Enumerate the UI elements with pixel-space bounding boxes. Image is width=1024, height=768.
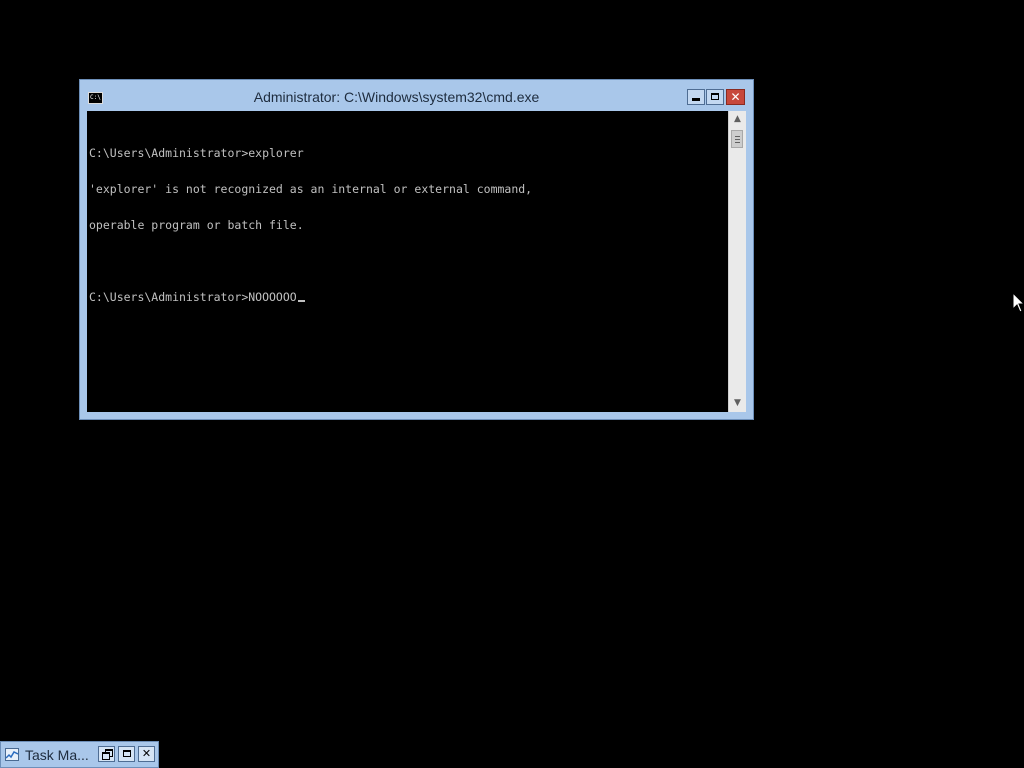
close-icon: ✕ xyxy=(730,90,741,104)
maximize-icon xyxy=(122,750,131,757)
grip-icon xyxy=(735,136,740,137)
close-icon: ✕ xyxy=(141,747,152,760)
scroll-thumb[interactable] xyxy=(731,130,743,148)
console-prompt-line[interactable]: C:\Users\Administrator>NOOOOOO xyxy=(89,291,728,303)
grip-icon xyxy=(735,142,740,143)
restore-button[interactable] xyxy=(98,746,115,762)
maximize-button[interactable] xyxy=(706,89,724,105)
window-title: Administrator: C:\Windows\system32\cmd.e… xyxy=(253,89,540,105)
desktop: C:\ Administrator: C:\Windows\system32\c… xyxy=(0,0,1024,768)
text-cursor xyxy=(297,300,305,302)
chevron-down-icon: ▼ xyxy=(734,398,741,408)
minimize-icon xyxy=(692,98,700,101)
task-manager-icon xyxy=(5,748,19,761)
grip-icon xyxy=(735,139,740,140)
mouse-pointer-icon xyxy=(1012,291,1024,313)
maximize-icon xyxy=(711,93,719,100)
console-command-input[interactable]: C:\Users\Administrator>NOOOOOO xyxy=(89,290,297,304)
minimize-button[interactable] xyxy=(687,89,705,105)
console-line: 'explorer' is not recognized as an inter… xyxy=(89,182,533,196)
console-output[interactable]: C:\Users\Administrator>explorer 'explore… xyxy=(87,111,728,412)
title-bar[interactable]: C:\ Administrator: C:\Windows\system32\c… xyxy=(80,80,753,111)
console-line: C:\Users\Administrator>explorer xyxy=(89,146,304,160)
maximize-button[interactable] xyxy=(118,746,135,762)
vertical-scrollbar[interactable]: ▲ ▼ xyxy=(728,111,746,412)
console-line: operable program or batch file. xyxy=(89,218,304,232)
scroll-down-button[interactable]: ▼ xyxy=(729,395,746,412)
close-button[interactable]: ✕ xyxy=(726,89,745,105)
chevron-up-icon: ▲ xyxy=(734,114,741,124)
scroll-up-button[interactable]: ▲ xyxy=(729,111,746,128)
restore-icon xyxy=(102,749,113,760)
minimized-task-manager[interactable]: Task Ma... ✕ xyxy=(0,741,159,768)
cmd-window[interactable]: C:\ Administrator: C:\Windows\system32\c… xyxy=(79,79,754,420)
cmd-app-icon[interactable]: C:\ xyxy=(88,92,103,104)
task-manager-label[interactable]: Task Ma... xyxy=(25,747,89,763)
close-button[interactable]: ✕ xyxy=(138,746,155,762)
